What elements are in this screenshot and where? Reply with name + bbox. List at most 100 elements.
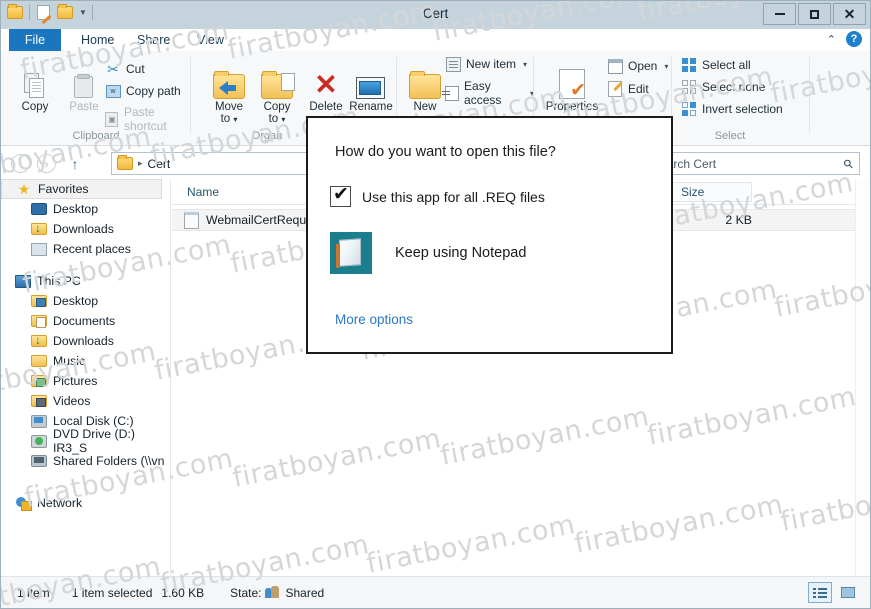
tab-file[interactable]: File (9, 29, 61, 51)
sidebar-item-pc-downloads[interactable]: Downloads (1, 331, 170, 351)
maximize-button[interactable] (798, 3, 831, 25)
copy-icon (9, 57, 61, 99)
properties-label: Properties (545, 101, 599, 113)
rename-button[interactable]: Rename (345, 57, 397, 113)
hard-disk-icon (31, 414, 47, 428)
ribbon-group-select: Select all Select none Invert selection … (675, 51, 810, 146)
new-folder-icon (399, 57, 451, 99)
selected-size: 1.60 KB (161, 585, 205, 600)
select-all-icon (681, 57, 697, 73)
vertical-scrollbar[interactable] (855, 179, 870, 576)
edit-pencil-icon (607, 81, 623, 97)
close-button[interactable]: ✕ (833, 3, 866, 25)
divider (809, 57, 810, 133)
large-icons-view-button[interactable] (836, 582, 860, 603)
collapse-ribbon-icon[interactable]: ⌃ (827, 33, 836, 46)
open-icon (607, 58, 623, 74)
chevron-down-icon[interactable]: ▾ (523, 60, 527, 69)
sidebar-item-shared-folders[interactable]: Shared Folders (\\vn (1, 451, 170, 471)
sidebar-item-documents[interactable]: Documents (1, 311, 170, 331)
properties-icon (541, 57, 603, 100)
app-option-label: Keep using Notepad (395, 245, 527, 261)
new-folder-button[interactable]: New (399, 57, 451, 113)
copy-path-button[interactable]: w Copy path (105, 83, 181, 99)
sidebar-item-recent-places[interactable]: Recent places (1, 239, 170, 259)
sidebar-item-downloads[interactable]: Downloads (1, 219, 170, 239)
text-file-icon (184, 211, 199, 229)
minimize-button[interactable] (763, 3, 796, 25)
breadcrumb-separator[interactable]: ▸ (138, 158, 143, 169)
column-header-size[interactable]: Size (672, 182, 752, 202)
easy-access-button[interactable]: Easy access ▾ (442, 79, 534, 107)
copy-button[interactable]: Copy (9, 57, 61, 113)
use-app-for-all-checkbox-row[interactable]: Use this app for all .REQ files (330, 183, 545, 207)
back-button[interactable]: ‹ (11, 154, 30, 173)
invert-selection-icon (681, 101, 697, 117)
sidebar-item-dvd-drive-d[interactable]: DVD Drive (D:) IR3_S (1, 427, 170, 455)
paste-label: Paste (69, 101, 99, 113)
copy-to-button[interactable]: Copy to ▾ (251, 57, 303, 126)
cut-button[interactable]: ✂ Cut (105, 61, 145, 77)
sidebar-item-pictures[interactable]: Pictures (1, 371, 170, 391)
move-to-button[interactable]: Move to ▾ (203, 57, 255, 126)
navigation-pane: ★ Favorites Desktop Downloads Recent pla… (1, 179, 171, 576)
up-button[interactable]: ↑ (65, 154, 85, 173)
paste-button[interactable]: Paste (58, 57, 110, 113)
breadcrumb-item-cert[interactable]: Cert (148, 157, 171, 171)
tab-share[interactable]: Share (123, 29, 184, 51)
easy-access-label: Easy access (464, 79, 502, 107)
easy-access-icon (442, 85, 459, 101)
sidebar-item-videos[interactable]: Videos (1, 391, 170, 411)
tab-home[interactable]: Home (67, 29, 128, 51)
more-options-link[interactable]: More options (335, 312, 413, 327)
new-item-label: New item (466, 57, 517, 71)
tab-view[interactable]: View (183, 29, 238, 51)
paste-shortcut-label: Paste shortcut (123, 105, 167, 133)
use-app-for-all-checkbox[interactable] (330, 183, 351, 207)
use-app-for-all-label: Use this app for all .REQ files (362, 188, 545, 205)
computer-icon (15, 274, 31, 288)
sidebar-item-network[interactable]: Network (1, 493, 170, 513)
search-input[interactable]: Search Cert ⚲ (645, 152, 860, 175)
sidebar-item-label: Desktop (53, 294, 99, 308)
music-folder-icon (31, 355, 47, 367)
new-item-button[interactable]: New item ▾ (445, 56, 527, 72)
sidebar-item-label: DVD Drive (D:) IR3_S (53, 427, 135, 455)
copy-path-label: Copy path (126, 84, 181, 98)
sidebar-item-label: Recent places (53, 242, 131, 256)
select-all-button[interactable]: Select all (681, 57, 751, 73)
open-button[interactable]: Open ▾ (607, 58, 668, 74)
invert-selection-label: Invert selection (702, 102, 783, 116)
downloads-folder-icon (31, 221, 47, 235)
documents-folder-icon (31, 315, 47, 328)
properties-button[interactable]: Properties (541, 57, 603, 113)
rename-icon (345, 57, 397, 99)
sidebar-item-desktop[interactable]: Desktop (1, 199, 170, 219)
sidebar-item-this-pc[interactable]: This PC (1, 271, 170, 291)
tiles-view-icon (841, 587, 855, 598)
network-icon (15, 496, 32, 511)
select-none-label: Select none (702, 80, 766, 94)
edit-label: Edit (628, 82, 649, 96)
forward-button[interactable]: › (37, 154, 56, 173)
edit-button[interactable]: Edit (607, 81, 649, 97)
sidebar-item-favorites[interactable]: ★ Favorites (1, 179, 162, 199)
help-icon[interactable]: ? (846, 31, 862, 47)
sidebar-item-label: Pictures (53, 374, 98, 388)
app-option-notepad[interactable]: Keep using Notepad (330, 232, 526, 274)
search-icon[interactable]: ⚲ (841, 155, 857, 171)
sidebar-item-pc-desktop[interactable]: Desktop (1, 291, 170, 311)
folder-icon (117, 155, 133, 170)
sidebar-item-label: Local Disk (C:) (53, 414, 134, 428)
sidebar-item-label: Downloads (53, 334, 114, 348)
invert-selection-button[interactable]: Invert selection (681, 101, 783, 117)
chevron-down-icon[interactable]: ▾ (664, 62, 668, 71)
state-label: State: (230, 585, 262, 600)
paste-shortcut-button[interactable]: ▣ Paste shortcut (105, 105, 191, 133)
new-item-icon (445, 56, 461, 72)
cut-label: Cut (126, 62, 145, 76)
sidebar-item-music[interactable]: Music (1, 351, 170, 371)
select-none-button[interactable]: Select none (681, 79, 765, 95)
details-view-button[interactable] (808, 582, 832, 603)
